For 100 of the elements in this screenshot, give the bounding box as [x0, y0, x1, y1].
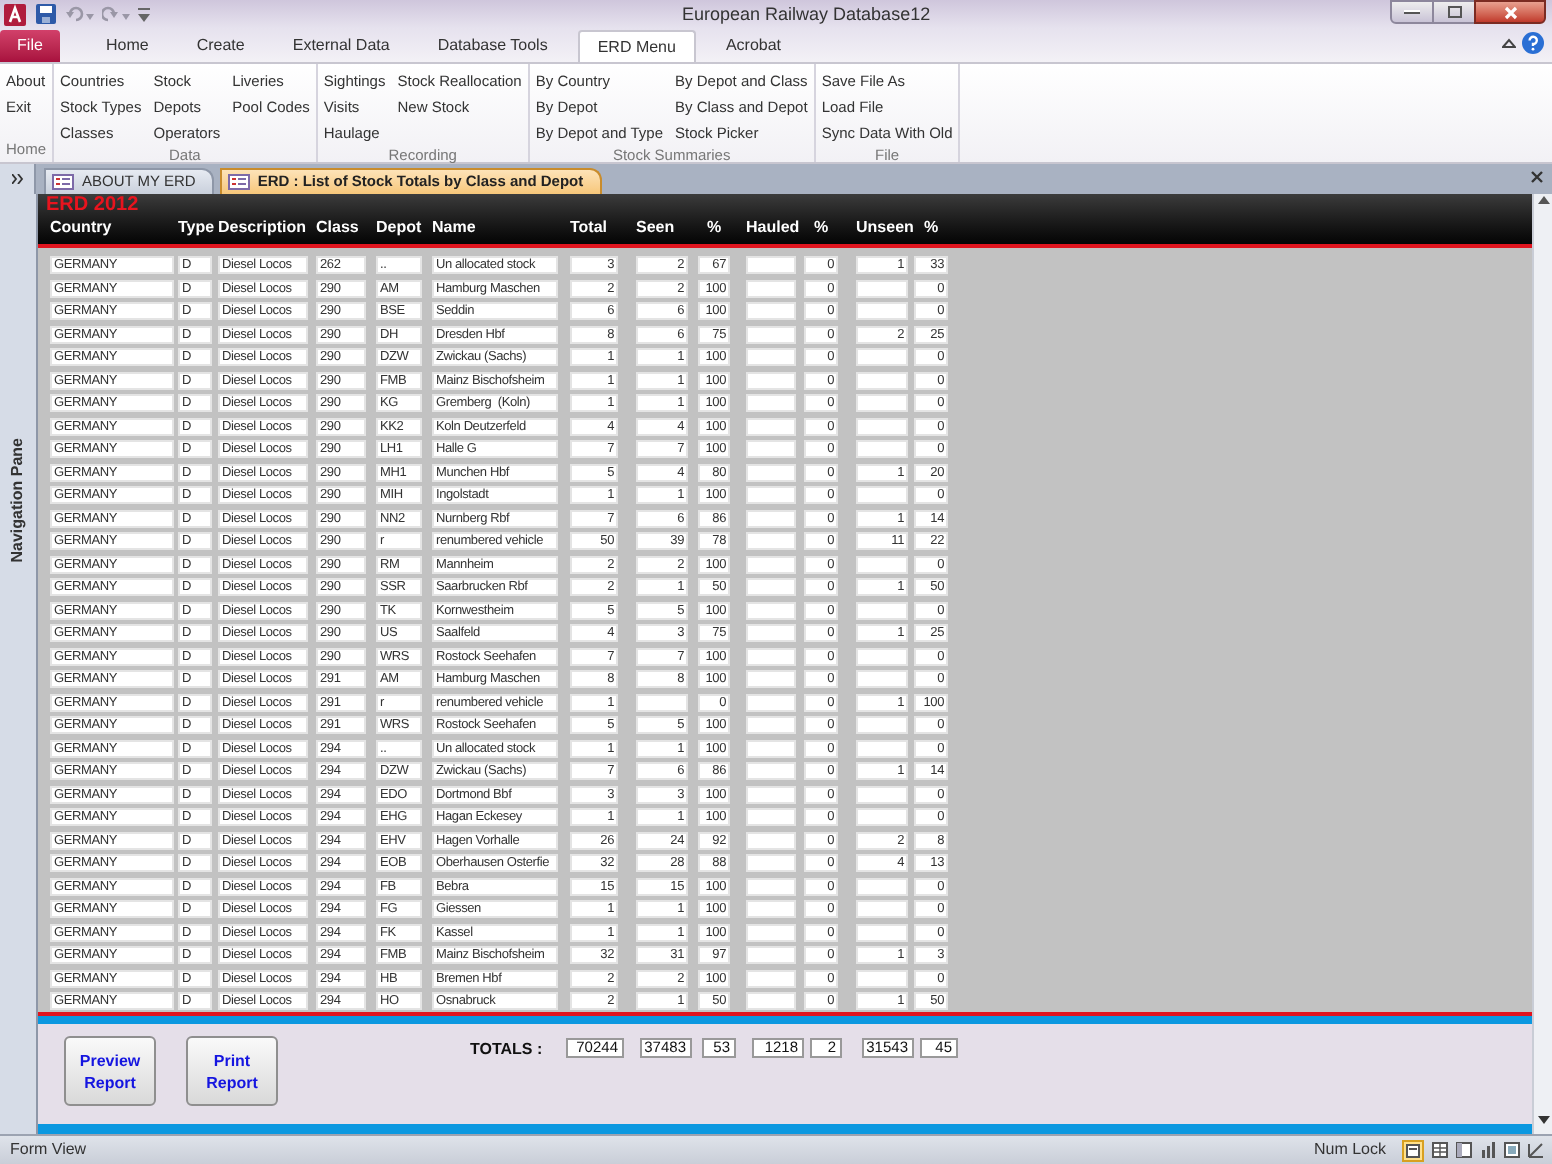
- table-cell: [856, 900, 908, 918]
- form-view-button[interactable]: [1402, 1139, 1424, 1161]
- form-icon: [52, 174, 74, 190]
- column-header: Name: [432, 218, 478, 238]
- form-icon: [227, 174, 250, 190]
- table-cell: [856, 808, 908, 826]
- window-title: European Railway Database12: [682, 2, 931, 28]
- table-cell: [746, 969, 796, 987]
- column-header: Depot: [376, 218, 422, 238]
- table-cell: [856, 394, 908, 412]
- table-cell: [746, 509, 796, 527]
- ribbon-tab[interactable]: External Data: [274, 30, 408, 62]
- pivot-chart-icon[interactable]: [1480, 1142, 1496, 1158]
- table-cell: [746, 256, 796, 274]
- table-cell: [746, 808, 796, 826]
- table-cell: [746, 739, 796, 757]
- ribbon-tab[interactable]: Acrobat: [707, 30, 800, 62]
- table-cell: [856, 417, 908, 435]
- app-icon[interactable]: [4, 3, 26, 25]
- file-tab[interactable]: File: [0, 30, 60, 62]
- table-cell: [746, 440, 796, 458]
- layout-view-icon[interactable]: [1504, 1142, 1520, 1158]
- ribbon-tab[interactable]: ERD Menu: [577, 30, 696, 62]
- form-icon: [1406, 1143, 1420, 1157]
- table-cell: [746, 831, 796, 849]
- table-cell: [746, 555, 796, 573]
- column-header: Total: [570, 218, 610, 238]
- minimize-ribbon-icon[interactable]: [1502, 38, 1516, 48]
- table-cell: [856, 601, 908, 619]
- table-cell: [856, 486, 908, 504]
- report-button[interactable]: Print Report: [186, 1036, 278, 1106]
- table-cell: [746, 348, 796, 366]
- table-cell: [746, 279, 796, 297]
- table-cell: [746, 785, 796, 803]
- scroll-down-icon[interactable]: [1537, 1116, 1549, 1124]
- table-cell: [746, 670, 796, 688]
- close-icon: [1503, 5, 1517, 19]
- table-cell: [746, 624, 796, 642]
- column-header: %: [921, 218, 941, 238]
- column-header: Description: [218, 218, 308, 238]
- minimize-button[interactable]: [1390, 0, 1434, 24]
- table-cell: [746, 923, 796, 941]
- table-cell: [746, 463, 796, 481]
- table-cell: [856, 877, 908, 895]
- table-cell: [856, 923, 908, 941]
- table-cell: [856, 302, 908, 320]
- table-cell: [856, 348, 908, 366]
- navigation-pane[interactable]: Navigation Pane: [0, 194, 38, 1134]
- table-cell: [746, 900, 796, 918]
- expand-pane-button[interactable]: [0, 164, 36, 194]
- ribbon-tab[interactable]: Database Tools: [419, 30, 566, 62]
- column-header: Type: [178, 218, 212, 238]
- column-header: Country: [50, 218, 114, 238]
- table-cell: [746, 762, 796, 780]
- table-cell: [746, 854, 796, 872]
- table-cell: [856, 969, 908, 987]
- column-header: %: [704, 218, 724, 238]
- help-icon[interactable]: [1522, 32, 1544, 54]
- table-cell: [746, 417, 796, 435]
- ribbon-tab[interactable]: Create: [178, 30, 263, 62]
- table-cell: [746, 325, 796, 343]
- design-view-icon[interactable]: [1528, 1142, 1544, 1158]
- column-header: %: [811, 218, 831, 238]
- status-text: Form View: [10, 1138, 87, 1162]
- pivot-table-icon[interactable]: [1456, 1142, 1472, 1158]
- table-cell: [856, 739, 908, 757]
- restore-button[interactable]: [1434, 0, 1474, 24]
- table-cell: [746, 302, 796, 320]
- table-cell: [856, 785, 908, 803]
- datasheet-view-icon[interactable]: [1432, 1142, 1448, 1158]
- table-cell: [856, 371, 908, 389]
- column-header: Hauled: [746, 218, 796, 238]
- column-header: Class: [316, 218, 361, 238]
- table-cell: [746, 716, 796, 734]
- ribbon-tab[interactable]: Home: [88, 30, 167, 62]
- save-icon[interactable]: [36, 4, 56, 24]
- customize-icon[interactable]: [138, 7, 150, 21]
- close-button[interactable]: [1474, 0, 1546, 24]
- table-cell: [746, 946, 796, 964]
- table-cell: [746, 647, 796, 665]
- table-cell: [746, 877, 796, 895]
- table-cell: [856, 555, 908, 573]
- status-text: Num Lock: [1313, 1138, 1386, 1162]
- column-header: Unseen: [856, 218, 908, 238]
- table-cell: [746, 693, 796, 711]
- table-cell: [746, 394, 796, 412]
- table-cell: [856, 440, 908, 458]
- report-button[interactable]: Preview Report: [64, 1036, 156, 1106]
- table-cell: [746, 532, 796, 550]
- close-icon[interactable]: [1530, 170, 1544, 184]
- table-cell: [856, 647, 908, 665]
- table-cell: [746, 486, 796, 504]
- totals-label: TOTALS :: [470, 1038, 545, 1062]
- form-title: ERD 2012: [46, 194, 141, 216]
- table-cell: [636, 693, 688, 711]
- table-cell: [856, 716, 908, 734]
- scrollbar[interactable]: [1532, 194, 1552, 1134]
- column-header: Seen: [636, 218, 677, 238]
- table-cell: [856, 670, 908, 688]
- double-chevron-icon: [11, 174, 23, 184]
